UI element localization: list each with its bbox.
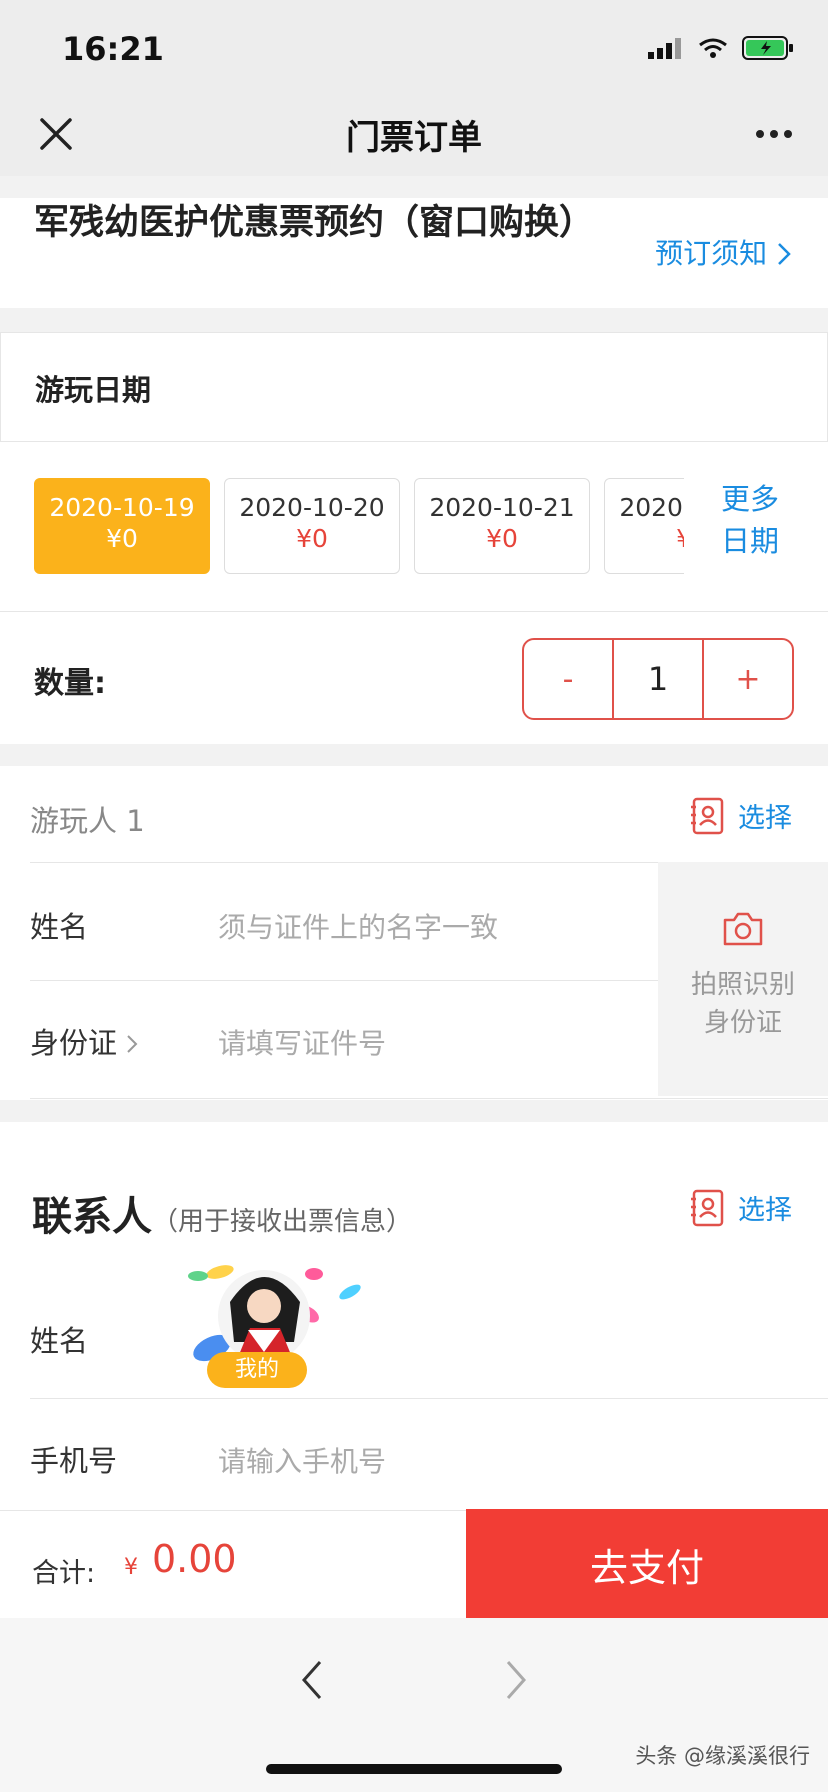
increment-button[interactable]: +	[704, 640, 792, 718]
visitor-name-input[interactable]: 须与证件上的名字一致	[218, 906, 498, 946]
quantity-stepper: - 1 +	[522, 638, 794, 720]
date-option[interactable]: 2020-10-20 ¥0	[224, 478, 400, 574]
decrement-button[interactable]: -	[524, 640, 612, 718]
signal-icon	[648, 38, 681, 59]
date-option[interactable]: 2020-10-19 ¥0	[34, 478, 210, 574]
divider	[30, 862, 658, 863]
pay-button[interactable]: 去支付	[466, 1509, 828, 1619]
date-option[interactable]: 2020-10-22 ¥0	[604, 478, 684, 574]
status-icons	[648, 36, 794, 60]
contact-form: 联系人（用于接收出票信息） 选择 姓名 我的 手机号 请输入手机号	[0, 1122, 828, 1517]
ticket-header: 军残幼医护优惠票预约（窗口购换） 预订须知	[0, 198, 828, 308]
visitor-select-label: 选择	[738, 803, 792, 834]
contact-name-label: 姓名	[30, 1324, 89, 1358]
id-type-selector[interactable]: 身份证	[30, 1020, 138, 1062]
visitor-select-button[interactable]: 选择	[690, 796, 792, 835]
home-indicator	[266, 1764, 562, 1774]
total-label: 合计:	[32, 1558, 96, 1589]
watermark: 头条 @缘溪溪很行	[635, 1744, 810, 1768]
visitor-form: 游玩人 1 选择 姓名 须与证件上的名字一致 身份证 请填写证件号 拍照识别 身…	[0, 766, 828, 1100]
contact-title-text: 联系人	[32, 1194, 152, 1240]
browser-toolbar: 头条 @缘溪溪很行	[0, 1618, 828, 1792]
contact-select-label: 选择	[738, 1195, 792, 1226]
quantity-label: 数量:	[34, 666, 106, 701]
scan-id-button[interactable]: 拍照识别 身份证	[658, 862, 828, 1096]
date-price: ¥0	[486, 524, 518, 553]
contact-subtitle: （用于接收出票信息）	[152, 1207, 413, 1237]
checkout-bar: 合计: ¥ 0.00 去支付	[0, 1509, 828, 1619]
chevron-right-icon	[127, 1035, 138, 1053]
id-type-label: 身份证	[30, 1026, 118, 1060]
battery-icon	[742, 36, 793, 60]
currency-symbol: ¥	[124, 1555, 138, 1580]
nav-bar: 门票订单	[0, 100, 828, 176]
quantity-value: 1	[612, 640, 704, 718]
divider	[30, 980, 658, 981]
id-number-input[interactable]: 请填写证件号	[218, 1022, 386, 1062]
quantity-row: 数量: - 1 +	[0, 612, 828, 744]
date-price: ¥0	[106, 524, 138, 553]
visitor-name-label: 姓名	[30, 910, 89, 944]
contact-title: 联系人（用于接收出票信息）	[32, 1184, 412, 1242]
visit-date-header: 游玩日期	[0, 332, 828, 442]
camera-icon	[723, 912, 763, 946]
avatar-badge: 我的	[207, 1352, 307, 1388]
status-bar: 16:21	[0, 0, 828, 100]
date-price: ¥0	[296, 524, 328, 553]
date-text: 2020-10-20	[239, 493, 385, 522]
date-text: 2020-10-21	[429, 493, 575, 522]
chevron-right-icon	[778, 243, 791, 265]
divider	[30, 1398, 828, 1399]
scan-id-line2: 身份证	[703, 1008, 782, 1038]
phone-label: 手机号	[30, 1444, 118, 1478]
date-price: ¥0	[605, 524, 684, 553]
date-text: 2020-10-19	[49, 493, 195, 522]
date-text: 2020-10-22	[619, 493, 684, 522]
phone-input[interactable]: 请输入手机号	[218, 1440, 386, 1480]
page-title: 门票订单	[346, 118, 482, 158]
visit-date-label: 游玩日期	[35, 373, 152, 407]
date-list[interactable]: 2020-10-19 ¥0 2020-10-20 ¥0 2020-10-21 ¥…	[34, 478, 684, 574]
contact-book-icon	[691, 1189, 724, 1226]
booking-notice-label: 预订须知	[655, 237, 768, 270]
ticket-title: 军残幼医护优惠票预约（窗口购换）	[34, 203, 595, 243]
booking-notice-link[interactable]: 预订须知	[655, 232, 792, 272]
more-icon[interactable]	[754, 128, 794, 140]
scan-id-line1: 拍照识别	[690, 970, 795, 1000]
back-icon[interactable]	[296, 1658, 328, 1702]
date-selector: 2020-10-19 ¥0 2020-10-20 ¥0 2020-10-21 ¥…	[0, 442, 828, 612]
more-dates-button[interactable]: 更多日期	[710, 478, 790, 562]
scan-id-caption: 拍照识别 身份证	[658, 966, 828, 1042]
status-time: 16:21	[62, 30, 164, 68]
visitor-title: 游玩人 1	[30, 804, 145, 838]
divider	[30, 1098, 828, 1099]
total-amount: 0.00	[152, 1537, 237, 1581]
forward-icon[interactable]	[500, 1658, 532, 1702]
date-option[interactable]: 2020-10-21 ¥0	[414, 478, 590, 574]
wifi-icon	[699, 38, 727, 58]
contact-select-button[interactable]: 选择	[690, 1188, 792, 1227]
contact-book-icon	[691, 797, 724, 834]
